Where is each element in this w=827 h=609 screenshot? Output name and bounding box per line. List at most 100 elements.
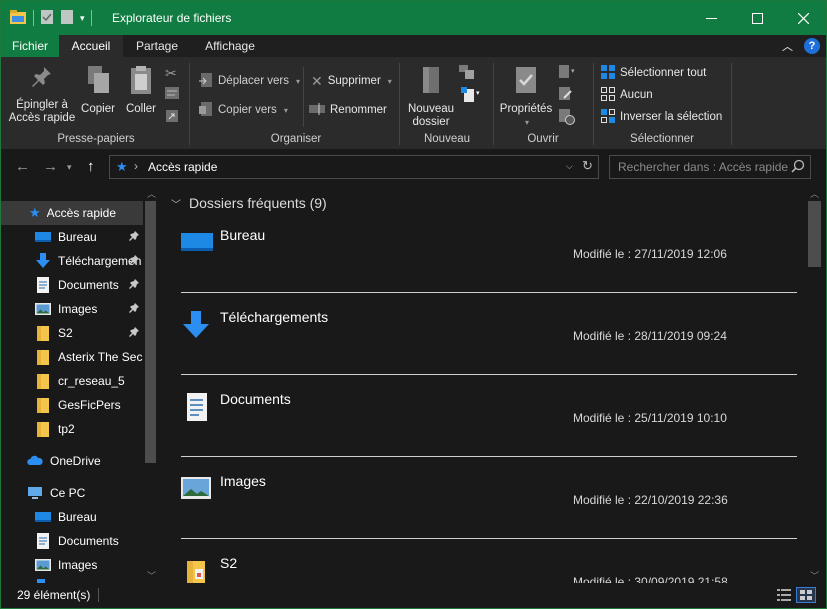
help-icon[interactable]: ? [804, 38, 820, 54]
nav-pc-images[interactable]: Images [1, 553, 143, 577]
copy-to-button[interactable]: Copier vers ▾ [199, 100, 288, 120]
customize-qat-icon[interactable]: ▾ [80, 13, 85, 24]
up-arrow-icon[interactable]: ↑ [87, 158, 95, 175]
desktop-icon [35, 509, 51, 525]
paste-button[interactable]: Coller [121, 65, 161, 116]
nav-item-images[interactable]: Images [1, 297, 143, 321]
properties-qat-icon[interactable] [40, 9, 54, 28]
tab-fichier[interactable]: Fichier [1, 35, 59, 57]
folder-tile-documents[interactable]: Documents Modifié le : 25/11/2019 10:10 [181, 391, 797, 473]
scroll-down-icon[interactable]: ﹀ [147, 569, 156, 582]
scroll-down-icon[interactable]: ﹀ [810, 569, 819, 582]
nav-pc-documents[interactable]: Documents [1, 529, 143, 553]
search-icon[interactable] [791, 159, 805, 176]
folder-tile-images[interactable]: Images Modifié le : 22/10/2019 22:36 [181, 473, 797, 555]
desktop-icon [181, 229, 213, 256]
group-label-presse-papiers: Presse-papiers [57, 133, 135, 145]
delete-button[interactable]: ✕ Supprimer ▾ [311, 71, 392, 91]
open-icon[interactable]: ▾ [559, 65, 579, 82]
close-button[interactable] [780, 1, 826, 35]
history-icon[interactable] [559, 109, 575, 128]
nav-item-asterix[interactable]: Asterix The Secret [1, 345, 143, 369]
new-item-icon[interactable] [459, 65, 479, 84]
folder-tile-telechargements[interactable]: Téléchargements Modifié le : 28/11/2019 … [181, 309, 797, 391]
group-header[interactable]: ﹀ Dossiers fréquents (9) [171, 195, 327, 211]
download-icon [181, 311, 213, 344]
minimize-button[interactable] [688, 1, 734, 35]
pin-icon [129, 255, 139, 269]
nav-this-pc[interactable]: Ce PC [1, 481, 143, 505]
collapse-ribbon-icon[interactable]: ︿ [782, 38, 793, 54]
maximize-button[interactable] [734, 1, 780, 35]
nav-scrollbar-thumb[interactable] [145, 201, 156, 463]
svg-text:▾: ▾ [571, 68, 575, 75]
refresh-icon[interactable]: ↻ [582, 158, 593, 174]
title-bar: ▾ Explorateur de fichiers [1, 1, 826, 35]
nav-item-documents[interactable]: Documents [1, 273, 143, 297]
breadcrumb-chevron-icon: › [134, 159, 138, 173]
move-to-icon [199, 72, 213, 91]
cut-icon[interactable]: ✂ [165, 65, 177, 82]
scroll-up-icon[interactable]: ︿ [147, 187, 156, 200]
invert-selection-button[interactable]: Inverser la sélection [601, 107, 722, 127]
address-dropdown-icon[interactable]: ⌵ [566, 161, 573, 172]
tab-affichage[interactable]: Affichage [191, 35, 269, 57]
folder-tile-s2[interactable]: S2 Modifié le : 30/09/2019 21:58 [181, 555, 797, 583]
status-bar: 29 élément(s) [1, 583, 826, 608]
folder-tile-bureau[interactable]: Bureau Modifié le : 27/11/2019 12:06 [181, 227, 797, 309]
pin-icon [129, 327, 139, 341]
pin-icon [129, 303, 139, 317]
content-scrollbar[interactable]: ︿ ﹀ [806, 185, 823, 583]
properties-button[interactable]: Propriétés ▾ [497, 65, 555, 129]
details-view-icon[interactable] [777, 589, 791, 604]
search-box[interactable] [609, 155, 811, 179]
recent-locations-icon[interactable]: ▾ [67, 162, 72, 173]
group-label-selectionner: Sélectionner [630, 133, 694, 145]
search-input[interactable] [610, 156, 788, 178]
explorer-folder-icon[interactable] [9, 9, 27, 28]
nav-item-gesficpers[interactable]: GesFicPers [1, 393, 143, 417]
select-all-icon [601, 64, 615, 82]
back-arrow-icon[interactable]: ← [15, 158, 30, 175]
new-folder-button[interactable]: Nouveau dossier [405, 65, 457, 129]
rename-icon [309, 102, 325, 118]
content-scrollbar-thumb[interactable] [808, 201, 821, 267]
nav-item-tp2[interactable]: tp2 [1, 417, 143, 441]
documents-icon [35, 533, 51, 549]
nav-quick-access[interactable]: ★ Accès rapide [1, 201, 143, 225]
rename-button[interactable]: Renommer [309, 100, 387, 120]
scroll-up-icon[interactable]: ︿ [810, 187, 819, 200]
copy-icon [77, 65, 119, 99]
ribbon-separator [493, 63, 494, 145]
copy-path-icon[interactable] [165, 87, 179, 102]
address-bar[interactable]: ★ › Accès rapide ⌵ ↻ [109, 155, 599, 179]
select-all-button[interactable]: Sélectionner tout [601, 63, 706, 83]
nav-item-telechargements[interactable]: Téléchargements [1, 249, 143, 273]
nav-item-s2[interactable]: S2 [1, 321, 143, 345]
move-to-button[interactable]: Déplacer vers ▾ [199, 71, 300, 91]
folder-icon [35, 421, 51, 437]
select-none-button[interactable]: Aucun [601, 85, 653, 105]
images-icon [35, 557, 51, 573]
new-folder-qat-icon[interactable] [60, 9, 74, 28]
quick-access-star-icon: ★ [116, 159, 128, 174]
new-folder-icon [405, 65, 457, 99]
group-label-organiser: Organiser [270, 133, 322, 145]
tab-accueil[interactable]: Accueil [59, 35, 123, 57]
nav-onedrive[interactable]: OneDrive [1, 449, 143, 473]
forward-arrow-icon[interactable]: → [43, 158, 58, 175]
tiles-view-icon[interactable] [796, 587, 816, 603]
pin-quick-access-button[interactable]: Épingler à Accès rapide [7, 65, 77, 125]
documents-icon [35, 277, 51, 293]
easy-access-icon[interactable]: ▾ [461, 87, 483, 106]
nav-pc-bureau[interactable]: Bureau [1, 505, 143, 529]
paste-shortcut-icon[interactable] [165, 109, 179, 126]
copy-button[interactable]: Copier [77, 65, 119, 116]
breadcrumb[interactable]: Accès rapide [148, 160, 217, 174]
tab-partage[interactable]: Partage [125, 35, 189, 57]
nav-item-bureau[interactable]: Bureau [1, 225, 143, 249]
nav-item-cr-reseau-5[interactable]: cr_reseau_5 [1, 369, 143, 393]
edit-icon[interactable] [559, 87, 573, 104]
nav-scrollbar[interactable]: ︿ ﹀ [143, 185, 158, 583]
tile-divider [181, 456, 797, 457]
